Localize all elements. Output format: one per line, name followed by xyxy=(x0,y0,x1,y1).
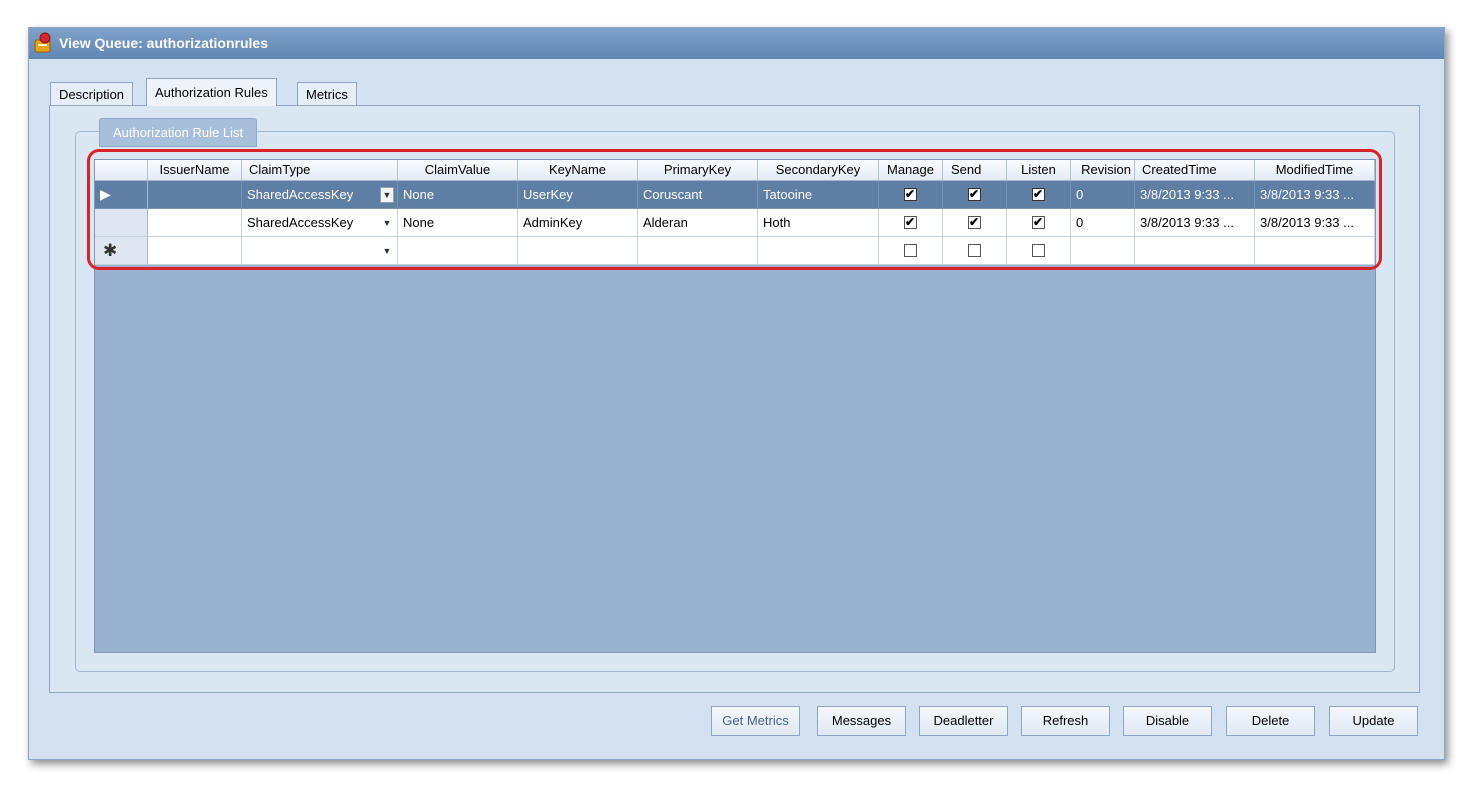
column-header-secondarykey[interactable]: SecondaryKey xyxy=(758,160,879,181)
row-header-corner[interactable] xyxy=(95,160,148,181)
cell-secondarykey[interactable]: Tatooine xyxy=(758,181,879,209)
cell-manage: ✔ xyxy=(879,209,943,237)
cell-send xyxy=(943,237,1007,265)
cell-modifiedtime[interactable]: 3/8/2013 9:33 ... xyxy=(1255,209,1375,237)
cell-createdtime[interactable]: 3/8/2013 9:33 ... xyxy=(1135,181,1255,209)
cell-keyname[interactable]: AdminKey xyxy=(518,209,638,237)
manage-checkbox[interactable]: ✔ xyxy=(903,188,917,201)
table-row[interactable]: ▶ SharedAccessKey ▼ None UserKey Corusca… xyxy=(95,181,1375,209)
column-header-issuername[interactable]: IssuerName xyxy=(148,160,242,181)
column-header-claimvalue[interactable]: ClaimValue xyxy=(398,160,518,181)
messages-button[interactable]: Messages xyxy=(817,706,906,736)
cell-manage: ✔ xyxy=(879,181,943,209)
send-checkbox[interactable]: ✔ xyxy=(967,188,981,201)
cell-issuername[interactable] xyxy=(148,209,242,237)
disable-button[interactable]: Disable xyxy=(1123,706,1212,736)
cell-claimtype[interactable]: SharedAccessKey ▼ xyxy=(242,209,398,237)
queue-window: View Queue: authorizationrules Descripti… xyxy=(28,27,1445,760)
chevron-down-icon[interactable]: ▼ xyxy=(380,187,394,203)
cell-claimvalue[interactable]: None xyxy=(398,209,518,237)
group-caption: Authorization Rule List xyxy=(99,118,258,147)
listen-checkbox[interactable]: ✔ xyxy=(1031,216,1045,229)
cell-listen: ✔ xyxy=(1007,181,1071,209)
cell-createdtime[interactable] xyxy=(1135,237,1255,265)
grid-header: IssuerName ClaimType ClaimValue KeyName … xyxy=(95,160,1375,181)
column-header-claimtype[interactable]: ClaimType xyxy=(242,160,398,181)
tab-description[interactable]: Description xyxy=(50,82,134,105)
column-header-listen[interactable]: Listen xyxy=(1007,160,1071,181)
listen-checkbox[interactable] xyxy=(1031,244,1045,257)
column-header-revision[interactable]: Revision xyxy=(1071,160,1135,181)
column-header-keyname[interactable]: KeyName xyxy=(518,160,638,181)
cell-revision[interactable]: 0 xyxy=(1071,181,1135,209)
claimtype-value: SharedAccessKey xyxy=(247,187,354,202)
column-header-createdtime[interactable]: CreatedTime xyxy=(1135,160,1255,181)
cell-primarykey[interactable] xyxy=(638,237,758,265)
cell-listen xyxy=(1007,237,1071,265)
new-row-icon: ✱ xyxy=(103,241,118,260)
cell-claimvalue[interactable] xyxy=(398,237,518,265)
row-header[interactable]: ▶ xyxy=(95,181,148,209)
tab-authorization-rules[interactable]: Authorization Rules xyxy=(146,78,277,106)
cell-claimtype[interactable]: ▼ xyxy=(242,237,398,265)
cell-listen: ✔ xyxy=(1007,209,1071,237)
cell-claimvalue[interactable]: None xyxy=(398,181,518,209)
send-checkbox[interactable]: ✔ xyxy=(967,216,981,229)
cell-keyname[interactable] xyxy=(518,237,638,265)
refresh-button[interactable]: Refresh xyxy=(1021,706,1110,736)
cell-claimtype[interactable]: SharedAccessKey ▼ xyxy=(242,181,398,209)
listen-checkbox[interactable]: ✔ xyxy=(1031,188,1045,201)
column-header-manage[interactable]: Manage xyxy=(879,160,943,181)
row-header[interactable]: ✱ xyxy=(95,237,148,265)
cell-primarykey[interactable]: Alderan xyxy=(638,209,758,237)
authorization-rules-grid[interactable]: IssuerName ClaimType ClaimValue KeyName … xyxy=(94,159,1376,653)
cell-modifiedtime[interactable]: 3/8/2013 9:33 ... xyxy=(1255,181,1375,209)
manage-checkbox[interactable]: ✔ xyxy=(903,216,917,229)
column-header-send[interactable]: Send xyxy=(943,160,1007,181)
get-metrics-button[interactable]: Get Metrics xyxy=(711,706,800,736)
chevron-down-icon[interactable]: ▼ xyxy=(380,216,394,230)
column-header-modifiedtime[interactable]: ModifiedTime xyxy=(1255,160,1375,181)
chevron-down-icon[interactable]: ▼ xyxy=(380,244,394,258)
cell-issuername[interactable] xyxy=(148,181,242,209)
new-row[interactable]: ✱ ▼ xyxy=(95,237,1375,265)
window-title: View Queue: authorizationrules xyxy=(59,35,269,51)
cell-modifiedtime[interactable] xyxy=(1255,237,1375,265)
cell-manage xyxy=(879,237,943,265)
cell-createdtime[interactable]: 3/8/2013 9:33 ... xyxy=(1135,209,1255,237)
manage-checkbox[interactable] xyxy=(903,244,917,257)
cell-issuername[interactable] xyxy=(148,237,242,265)
cell-send: ✔ xyxy=(943,181,1007,209)
queue-icon xyxy=(34,32,51,53)
cell-secondarykey[interactable]: Hoth xyxy=(758,209,879,237)
row-header[interactable] xyxy=(95,209,148,237)
cell-send: ✔ xyxy=(943,209,1007,237)
cell-secondarykey[interactable] xyxy=(758,237,879,265)
cell-revision[interactable] xyxy=(1071,237,1135,265)
send-checkbox[interactable] xyxy=(967,244,981,257)
cell-keyname[interactable]: UserKey xyxy=(518,181,638,209)
deadletter-button[interactable]: Deadletter xyxy=(919,706,1008,736)
cell-primarykey[interactable]: Coruscant xyxy=(638,181,758,209)
current-row-icon: ▶ xyxy=(100,186,111,202)
cell-revision[interactable]: 0 xyxy=(1071,209,1135,237)
title-bar[interactable]: View Queue: authorizationrules xyxy=(29,28,1444,59)
update-button[interactable]: Update xyxy=(1329,706,1418,736)
claimtype-value: SharedAccessKey xyxy=(247,215,354,230)
table-row[interactable]: SharedAccessKey ▼ None AdminKey Alderan … xyxy=(95,209,1375,237)
column-header-primarykey[interactable]: PrimaryKey xyxy=(638,160,758,181)
tab-metrics[interactable]: Metrics xyxy=(297,82,357,105)
delete-button[interactable]: Delete xyxy=(1226,706,1315,736)
